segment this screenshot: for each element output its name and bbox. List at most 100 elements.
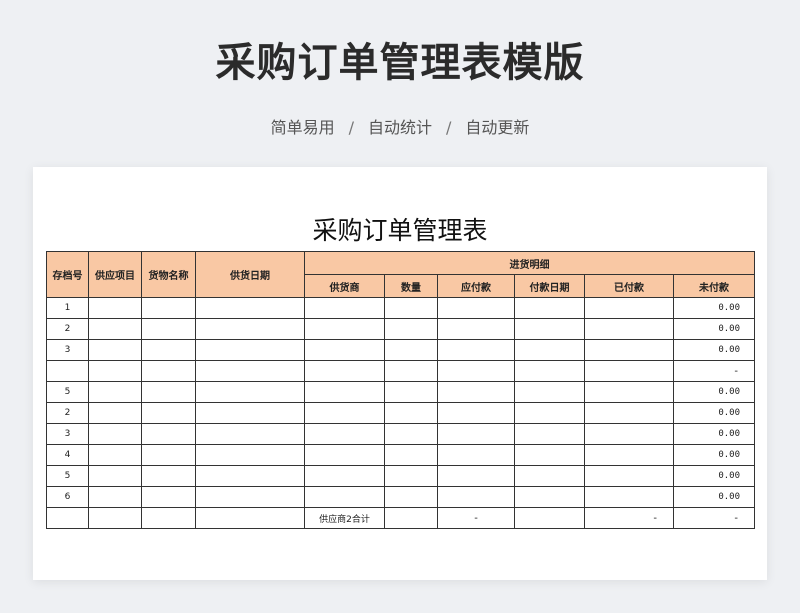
cell-pay-date[interactable] <box>514 486 585 508</box>
cell-archive-no[interactable]: 3 <box>46 423 89 445</box>
cell-supply-item[interactable] <box>88 360 142 382</box>
cell-supplier[interactable] <box>304 339 385 361</box>
cell-supply-item[interactable] <box>88 381 142 403</box>
cell-quantity[interactable] <box>384 465 438 487</box>
cell-paid[interactable] <box>584 339 674 361</box>
cell-supply-date[interactable] <box>195 297 305 319</box>
cell-quantity[interactable] <box>384 339 438 361</box>
cell-paid[interactable] <box>584 381 674 403</box>
cell-quantity[interactable] <box>384 423 438 445</box>
cell-supply-date[interactable] <box>195 486 305 508</box>
cell-archive-no[interactable] <box>46 507 89 529</box>
cell-supply-item[interactable] <box>88 297 142 319</box>
cell-payable[interactable] <box>437 339 515 361</box>
cell-supply-date[interactable] <box>195 360 305 382</box>
cell-payable[interactable] <box>437 486 515 508</box>
cell-payable[interactable] <box>437 360 515 382</box>
cell-quantity[interactable] <box>384 444 438 466</box>
cell-quantity[interactable] <box>384 402 438 424</box>
cell-goods-name[interactable] <box>141 297 196 319</box>
cell-archive-no[interactable]: 4 <box>46 444 89 466</box>
cell-payable[interactable] <box>437 318 515 340</box>
cell-supplier[interactable] <box>304 423 385 445</box>
cell-supply-item[interactable] <box>88 486 142 508</box>
cell-goods-name[interactable] <box>141 360 196 382</box>
cell-supplier[interactable] <box>304 444 385 466</box>
cell-payable[interactable] <box>437 381 515 403</box>
cell-goods-name[interactable] <box>141 465 196 487</box>
cell-supplier[interactable] <box>304 360 385 382</box>
cell-supply-item[interactable] <box>88 402 142 424</box>
cell-payable[interactable] <box>437 297 515 319</box>
cell-goods-name[interactable] <box>141 423 196 445</box>
cell-unpaid[interactable]: 0.00 <box>673 444 755 466</box>
cell-quantity[interactable] <box>384 486 438 508</box>
cell-pay-date[interactable] <box>514 465 585 487</box>
cell-payable[interactable] <box>437 465 515 487</box>
cell-pay-date[interactable] <box>514 381 585 403</box>
cell-pay-date[interactable] <box>514 402 585 424</box>
cell-pay-date[interactable] <box>514 297 585 319</box>
cell-supply-date[interactable] <box>195 381 305 403</box>
cell-supply-date[interactable] <box>195 444 305 466</box>
cell-payable[interactable] <box>437 402 515 424</box>
cell-payable[interactable] <box>437 423 515 445</box>
cell-supply-date[interactable] <box>195 423 305 445</box>
cell-unpaid[interactable]: - <box>673 360 755 382</box>
cell-pay-date[interactable] <box>514 339 585 361</box>
cell-archive-no[interactable]: 5 <box>46 381 89 403</box>
cell-goods-name[interactable] <box>141 381 196 403</box>
cell-supplier[interactable] <box>304 381 385 403</box>
cell-archive-no[interactable]: 2 <box>46 318 89 340</box>
cell-supply-item[interactable] <box>88 339 142 361</box>
cell-supply-date[interactable] <box>195 465 305 487</box>
cell-goods-name[interactable] <box>141 402 196 424</box>
cell-pay-date[interactable] <box>514 507 585 529</box>
cell-goods-name[interactable] <box>141 507 196 529</box>
cell-unpaid[interactable]: 0.00 <box>673 465 755 487</box>
cell-goods-name[interactable] <box>141 486 196 508</box>
cell-pay-date[interactable] <box>514 360 585 382</box>
cell-archive-no[interactable]: 5 <box>46 465 89 487</box>
cell-supplier[interactable] <box>304 486 385 508</box>
cell-supplier[interactable] <box>304 297 385 319</box>
cell-unpaid[interactable]: 0.00 <box>673 339 755 361</box>
cell-supply-item[interactable] <box>88 465 142 487</box>
cell-supply-item[interactable] <box>88 507 142 529</box>
cell-paid[interactable] <box>584 444 674 466</box>
cell-paid[interactable] <box>584 423 674 445</box>
cell-supply-item[interactable] <box>88 444 142 466</box>
cell-supply-date[interactable] <box>195 339 305 361</box>
cell-supply-date[interactable] <box>195 318 305 340</box>
cell-archive-no[interactable]: 3 <box>46 339 89 361</box>
cell-quantity[interactable] <box>384 381 438 403</box>
cell-paid[interactable] <box>584 360 674 382</box>
cell-supplier[interactable] <box>304 318 385 340</box>
cell-pay-date[interactable] <box>514 444 585 466</box>
cell-unpaid[interactable]: 0.00 <box>673 297 755 319</box>
cell-supplier[interactable] <box>304 402 385 424</box>
cell-quantity[interactable] <box>384 318 438 340</box>
cell-unpaid[interactable]: 0.00 <box>673 423 755 445</box>
cell-quantity[interactable] <box>384 297 438 319</box>
cell-paid[interactable] <box>584 318 674 340</box>
cell-supply-date[interactable] <box>195 507 305 529</box>
cell-quantity[interactable] <box>384 360 438 382</box>
cell-unpaid[interactable]: 0.00 <box>673 318 755 340</box>
cell-goods-name[interactable] <box>141 318 196 340</box>
cell-paid[interactable] <box>584 297 674 319</box>
cell-archive-no[interactable]: 6 <box>46 486 89 508</box>
cell-supply-item[interactable] <box>88 318 142 340</box>
cell-quantity[interactable] <box>384 507 438 529</box>
cell-supplier[interactable] <box>304 465 385 487</box>
cell-pay-date[interactable] <box>514 318 585 340</box>
cell-unpaid[interactable]: 0.00 <box>673 486 755 508</box>
cell-paid[interactable] <box>584 486 674 508</box>
cell-paid[interactable] <box>584 402 674 424</box>
cell-payable[interactable] <box>437 444 515 466</box>
cell-supply-item[interactable] <box>88 423 142 445</box>
cell-goods-name[interactable] <box>141 339 196 361</box>
cell-paid[interactable] <box>584 465 674 487</box>
cell-goods-name[interactable] <box>141 444 196 466</box>
cell-pay-date[interactable] <box>514 423 585 445</box>
